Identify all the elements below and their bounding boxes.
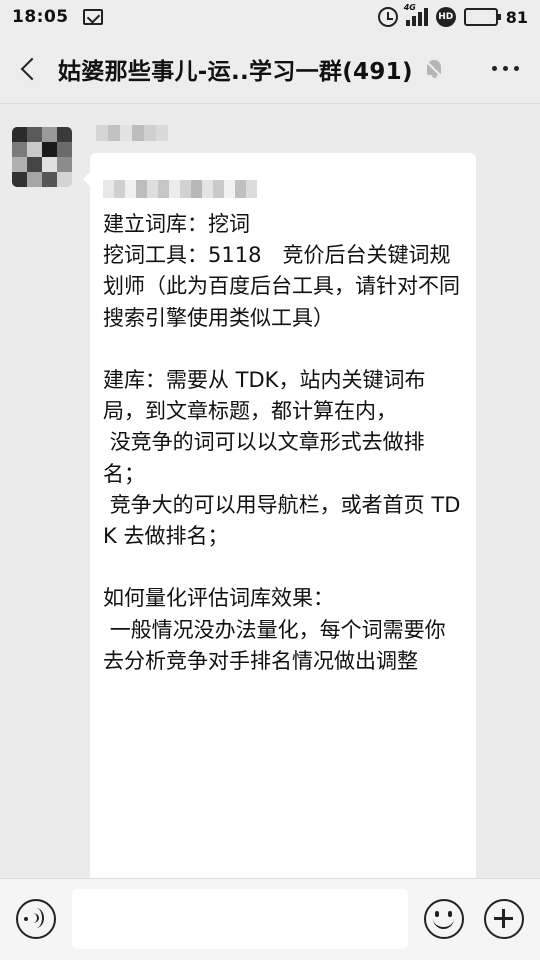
network-type-label: 4G [403, 3, 416, 12]
status-bar: 18:05 4G HD 81 [0, 0, 540, 34]
message-bubble[interactable]: 建立词库：挖词 挖词工具：5118 竞价后台关键词规划师（此为百度后台工具，请针… [90, 153, 476, 878]
more-dots-icon[interactable] [470, 34, 540, 104]
message-text: 建立词库：挖词 挖词工具：5118 竞价后台关键词规划师（此为百度后台工具，请针… [103, 212, 461, 673]
sender-name-pixelated [96, 125, 168, 141]
message-list[interactable]: 建立词库：挖词 挖词工具：5118 竞价后台关键词规划师（此为百度后台工具，请针… [0, 105, 540, 878]
alarm-icon [377, 7, 398, 27]
chevron-left-icon[interactable] [0, 34, 50, 104]
status-indicators: 4G HD 81 [377, 3, 528, 27]
input-bar [0, 878, 540, 960]
status-time: 18:05 [12, 7, 69, 27]
emoji-icon[interactable] [424, 899, 464, 939]
message-input[interactable] [72, 889, 408, 949]
battery-icon [463, 8, 501, 26]
voice-icon[interactable] [16, 899, 56, 939]
obscured-text-line [103, 175, 466, 203]
bell-off-icon [423, 58, 445, 80]
signal-icon: 4G [404, 3, 428, 26]
chat-title: 姑婆那些事儿-运..学习一群(491) [58, 58, 413, 85]
plus-icon[interactable] [484, 899, 524, 939]
chat-header: 姑婆那些事儿-运..学习一群(491) [0, 34, 540, 104]
battery-percent: 81 [505, 7, 528, 27]
avatar[interactable] [12, 127, 72, 187]
hd-icon: HD [435, 7, 456, 27]
message-icon [82, 9, 103, 25]
